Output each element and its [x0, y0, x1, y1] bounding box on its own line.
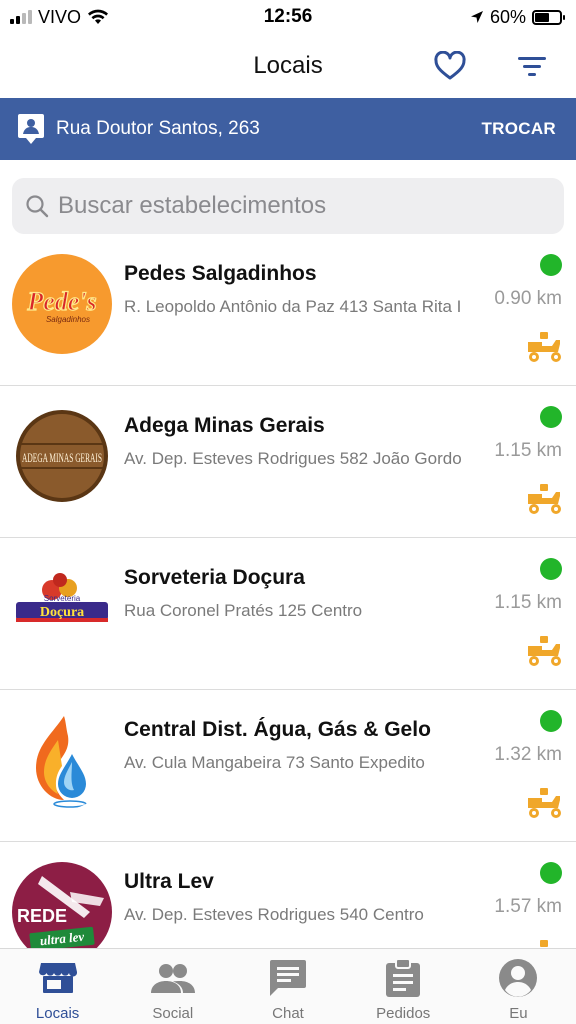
people-icon [150, 957, 196, 999]
store-name: Adega Minas Gerais [124, 414, 325, 437]
tab-label: Locais [35, 1005, 80, 1022]
tab-social[interactable]: Social [115, 949, 230, 1024]
store-address: Av. Dep. Esteves Rodrigues 540 Centro [124, 905, 424, 924]
store-distance: 1.15 km [494, 592, 562, 613]
delivery-scooter-icon [540, 940, 548, 947]
favorites-button[interactable] [430, 46, 470, 86]
store-address: Av. Cula Mangabeira 73 Santo Expedito [124, 753, 425, 772]
store-logo-subtext: Sorveteria [44, 594, 81, 603]
status-bar: VIVO 12:56 60% [0, 0, 576, 34]
store-logo: ADEGA MINAS GERAIS [12, 406, 112, 506]
store-logo: Sorveteria Doçura [12, 558, 112, 658]
store-name: Sorveteria Doçura [124, 566, 305, 589]
store-item[interactable]: Sorveteria Doçura Sorveteria Doçura Rua … [0, 538, 576, 690]
page-title: Locais [253, 52, 323, 79]
store-name: Central Dist. Água, Gás & Gelo [124, 718, 431, 741]
store-item[interactable]: Pede's Salgadinhos Pedes Salgadinhos R. … [0, 234, 576, 386]
open-status-dot [540, 254, 562, 276]
battery-fill [535, 12, 550, 22]
tab-locais[interactable]: Locais [0, 949, 115, 1024]
tab-label: Social [152, 1005, 194, 1022]
change-address-button[interactable]: TROCAR [481, 119, 556, 139]
store-logo-subtext: Salgadinhos [46, 315, 90, 324]
location-arrow-icon [470, 11, 483, 23]
location-pin-person-icon [16, 112, 46, 146]
store-item[interactable]: REDE ultra lev Ultra Lev Av. Dep. Esteve… [0, 842, 576, 948]
store-address: Rua Coronel Pratés 125 Centro [124, 601, 363, 620]
tab-label: Chat [272, 1005, 304, 1022]
battery-icon [532, 9, 565, 25]
nav-bar: Locais [0, 34, 576, 98]
wifi-icon [88, 9, 109, 24]
account-icon [495, 957, 541, 999]
search-bar[interactable] [12, 178, 564, 234]
store-logo: REDE ultra lev [12, 862, 112, 948]
filter-button[interactable] [512, 46, 552, 86]
store-icon [35, 957, 81, 999]
store-list: Pede's Salgadinhos Pedes Salgadinhos R. … [0, 234, 576, 948]
store-name: Ultra Lev [124, 870, 214, 893]
open-status-dot [540, 406, 562, 428]
search-input[interactable] [58, 192, 564, 220]
filter-icon [518, 57, 546, 76]
battery-percent: 60% [489, 6, 526, 27]
delivery-scooter-icon [528, 484, 561, 514]
carrier-group: VIVO [10, 7, 109, 28]
tab-pedidos[interactable]: Pedidos [346, 949, 461, 1024]
open-status-dot [540, 558, 562, 580]
open-status-dot [540, 862, 562, 884]
store-logo-text: REDE [17, 906, 67, 926]
delivery-scooter-icon [528, 788, 561, 818]
delivery-scooter-icon [528, 636, 561, 666]
tab-chat[interactable]: Chat [230, 949, 345, 1024]
store-distance: 1.15 km [494, 440, 562, 461]
store-logo [12, 710, 112, 810]
tab-label: Pedidos [376, 1005, 431, 1022]
tab-eu[interactable]: Eu [461, 949, 576, 1024]
heart-icon [434, 51, 466, 80]
clipboard-icon [380, 957, 426, 999]
carrier-label: VIVO [38, 6, 82, 27]
signal-icon [10, 10, 32, 24]
store-item[interactable]: Central Dist. Água, Gás & Gelo Av. Cula … [0, 690, 576, 842]
store-logo-text: Pede's [26, 287, 96, 316]
chat-icon [265, 957, 311, 999]
store-logo-text: ADEGA MINAS GERAIS [22, 450, 102, 465]
store-address: Av. Dep. Esteves Rodrigues 582 João Gord… [124, 449, 462, 468]
tab-bar: Locais Social Chat Pedidos Eu [0, 948, 576, 1024]
store-distance: 0.90 km [494, 288, 562, 309]
open-status-dot [540, 710, 562, 732]
store-address: R. Leopoldo Antônio da Paz 413 Santa Rit… [124, 297, 462, 316]
store-item[interactable]: ADEGA MINAS GERAIS Adega Minas Gerais Av… [0, 386, 576, 538]
store-logo: Pede's Salgadinhos [12, 254, 112, 354]
store-name: Pedes Salgadinhos [124, 262, 317, 285]
battery-group: 60% [470, 6, 565, 28]
store-logo-text: Doçura [40, 605, 84, 620]
flame-water-drop-icon [36, 716, 87, 808]
address-banner: Rua Doutor Santos, 263 TROCAR [0, 98, 576, 160]
delivery-scooter-icon [528, 332, 561, 362]
current-address: Rua Doutor Santos, 263 [56, 118, 260, 139]
tab-label: Eu [509, 1005, 528, 1022]
store-distance: 1.57 km [494, 896, 562, 917]
search-icon [24, 193, 50, 219]
store-distance: 1.32 km [494, 744, 562, 765]
